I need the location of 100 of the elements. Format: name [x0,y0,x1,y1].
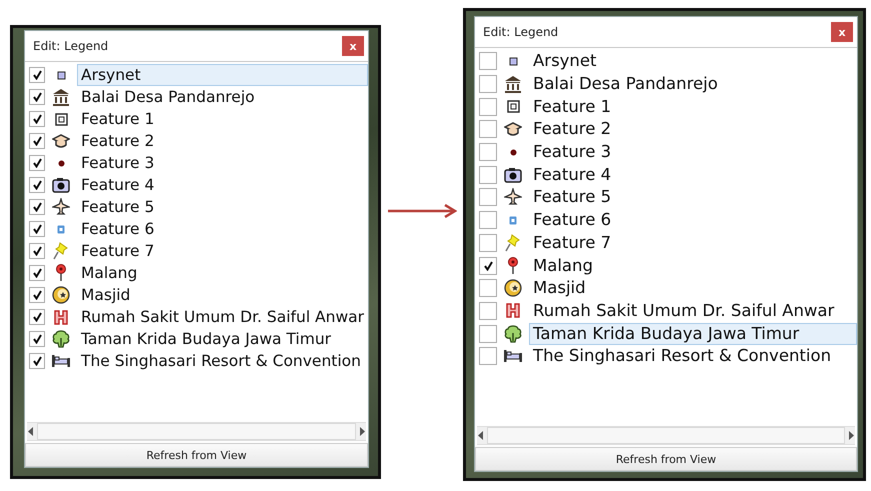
legend-item[interactable]: Feature 3 [529,141,616,164]
checkbox[interactable] [479,75,497,94]
checkbox[interactable] [479,188,497,206]
legend-item[interactable]: Feature 7 [529,232,616,254]
scroll-left-icon[interactable] [27,427,35,436]
hospital-icon [506,303,520,318]
map-marker-icon [55,264,67,282]
legend-item[interactable]: Balai Desa Pandanrejo [529,73,722,96]
refresh-button[interactable]: Refresh from View [475,447,857,471]
checkbox[interactable] [29,67,45,83]
legend-item[interactable]: Arsynet [529,50,601,72]
legend-item[interactable]: Feature 2 [77,130,158,152]
checkmark-icon [32,180,42,190]
checkbox[interactable] [29,265,45,281]
square-icon [508,56,518,66]
legend-item[interactable]: Balai Desa Pandanrejo [77,86,259,108]
checkbox[interactable] [479,52,497,70]
legend-item[interactable]: Malang [77,262,142,284]
checkbox[interactable] [479,234,497,252]
legend-item[interactable]: Feature 2 [529,118,616,140]
checkmark-icon [32,246,42,256]
legend-item[interactable]: Feature 3 [77,152,158,174]
legend-item[interactable]: Feature 4 [529,164,616,186]
building-icon [52,88,70,106]
horizontal-scrollbar[interactable] [27,422,366,441]
checkbox[interactable] [29,331,45,347]
checkmark-icon [32,224,42,234]
pushpin-icon [504,234,522,252]
legend-item[interactable]: Feature 1 [529,96,616,118]
right-arrow-icon [387,204,457,218]
refresh-button[interactable]: Refresh from View [25,443,368,467]
checkbox[interactable] [479,347,497,366]
close-button[interactable]: x [342,36,364,56]
checkbox[interactable] [479,211,497,230]
checkbox[interactable] [479,143,497,162]
legend-item[interactable]: Feature 5 [77,196,158,218]
legend-item[interactable]: Taman Krida Budaya Jawa Timur [77,328,336,350]
scroll-left-icon[interactable] [477,431,485,440]
bed-icon [503,349,523,364]
checkbox[interactable] [29,111,45,127]
pushpin-icon [52,242,70,260]
checkbox[interactable] [29,89,45,105]
checkbox[interactable] [479,120,497,138]
legend-item[interactable]: Feature 4 [77,174,158,196]
legend-item[interactable]: Taman Krida Budaya Jawa Timur [529,322,857,345]
legend-item[interactable]: Feature 7 [77,240,158,262]
frame-icon [54,112,68,126]
square-icon [56,70,66,80]
checkmark-icon [32,136,42,146]
legend-item[interactable]: Rumah Sakit Umum Dr. Saiful Anwar [77,306,368,328]
legend-item[interactable]: Feature 5 [529,186,616,208]
legend-item[interactable]: Feature 1 [77,108,158,130]
checkmark-icon [484,260,492,271]
checkmark-icon [32,92,42,102]
graduation-cap-icon [52,132,70,150]
checkmark-icon [32,334,42,344]
airplane-icon [504,188,522,206]
legend-item[interactable]: Rumah Sakit Umum Dr. Saiful Anwar [529,300,838,322]
crescent-icon [504,279,522,298]
checkmark-icon [32,202,42,212]
checkbox[interactable] [479,279,497,298]
square-icon [509,216,517,225]
checkbox[interactable] [479,324,497,343]
legend-item[interactable]: Feature 6 [77,218,158,240]
legend-item[interactable]: Masjid [529,277,590,300]
dialog-title: Edit: Legend [483,25,558,39]
checkbox[interactable] [479,302,497,320]
checkbox[interactable] [29,221,45,237]
camera-icon [52,176,70,194]
horizontal-scrollbar[interactable] [477,426,855,445]
graduation-cap-icon [504,120,522,138]
checkmark-icon [32,290,42,300]
legend-item[interactable]: Feature 6 [529,209,616,232]
legend-item[interactable]: Masjid [77,284,134,306]
checkbox[interactable] [29,243,45,259]
dialog-title: Edit: Legend [33,39,108,53]
checkmark-icon [32,158,42,168]
checkmark-icon [32,268,42,278]
checkbox[interactable] [479,166,497,184]
checkbox[interactable] [29,287,45,303]
checkbox[interactable] [29,177,45,193]
close-button[interactable]: x [831,22,853,42]
checkbox[interactable] [29,309,45,325]
legend-item[interactable]: The Singhasari Resort & Convention [77,350,365,372]
building-icon [504,75,522,94]
dot-icon [58,160,64,166]
legend-item[interactable]: Arsynet [77,64,368,86]
checkbox[interactable] [479,256,497,275]
checkbox[interactable] [29,353,45,369]
legend-item[interactable]: The Singhasari Resort & Convention [529,345,836,368]
legend-item[interactable]: Malang [529,254,597,277]
frame-icon [506,100,520,114]
checkbox[interactable] [29,133,45,149]
dot-icon [510,148,516,156]
scroll-right-icon[interactable] [847,431,855,440]
checkbox[interactable] [29,199,45,215]
checkbox[interactable] [479,98,497,116]
tree-icon [52,330,70,348]
checkbox[interactable] [29,155,45,171]
checkmark-icon [32,356,42,366]
